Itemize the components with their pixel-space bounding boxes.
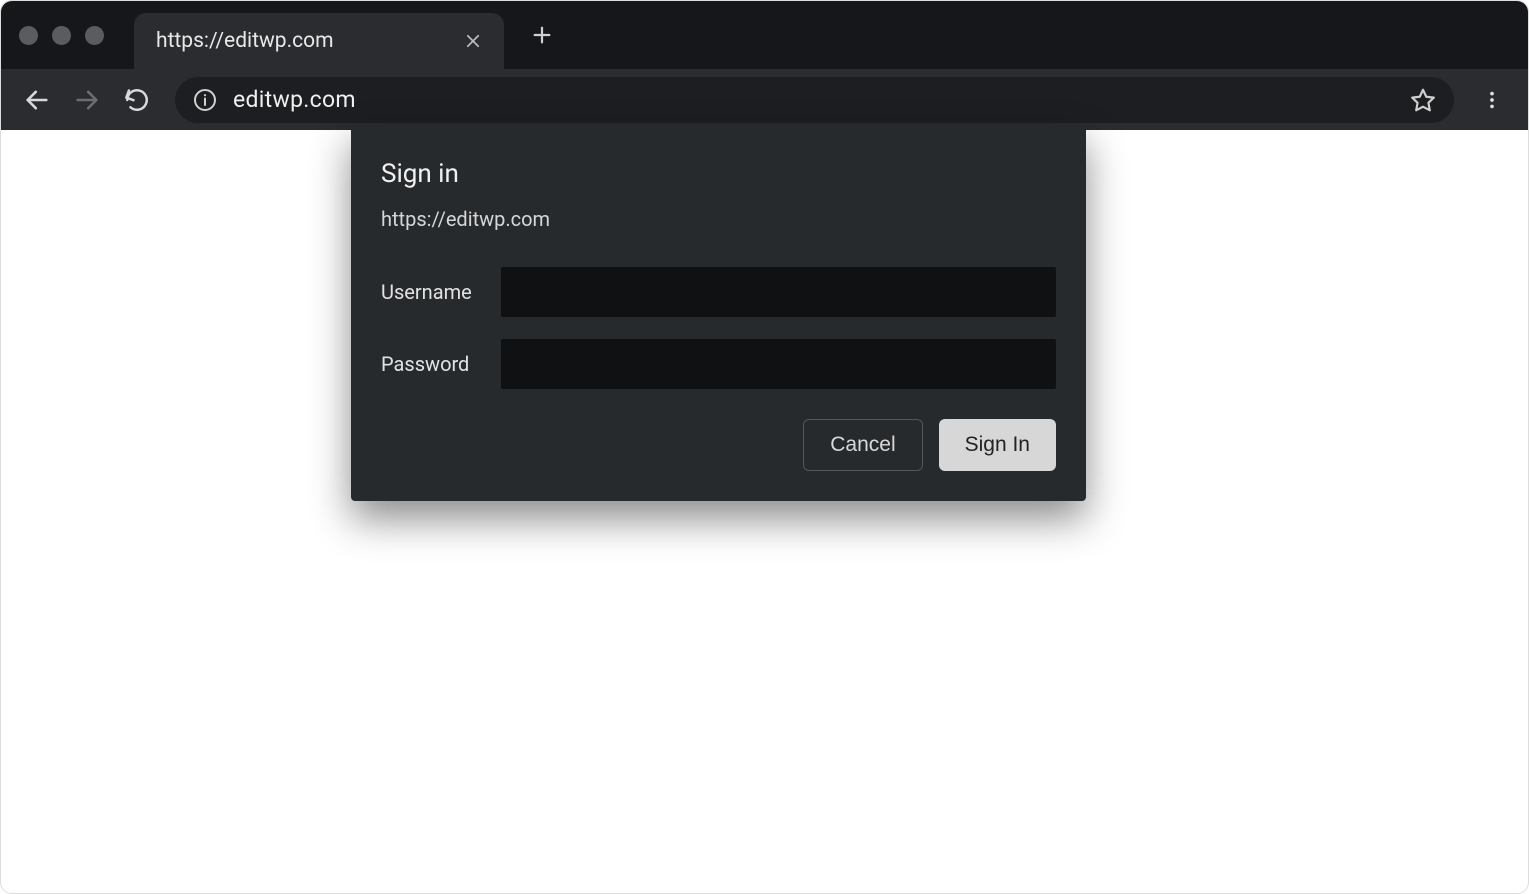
sign-in-button[interactable]: Sign In xyxy=(939,419,1056,471)
password-label: Password xyxy=(381,352,501,376)
info-icon xyxy=(193,88,217,112)
more-vertical-icon xyxy=(1481,89,1503,111)
browser-menu-button[interactable] xyxy=(1470,78,1514,122)
plus-icon xyxy=(531,24,553,46)
page-content: Sign in https://editwp.com Username Pass… xyxy=(1,130,1528,893)
browser-window: https://editwp.com xyxy=(0,0,1529,894)
new-tab-button[interactable] xyxy=(522,15,562,55)
back-button[interactable] xyxy=(15,78,59,122)
cancel-button[interactable]: Cancel xyxy=(803,419,922,471)
dialog-actions: Cancel Sign In xyxy=(381,419,1056,471)
dialog-title: Sign in xyxy=(381,159,1056,189)
password-input[interactable] xyxy=(501,339,1056,389)
arrow-left-icon xyxy=(23,86,51,114)
username-input[interactable] xyxy=(501,267,1056,317)
address-bar[interactable]: editwp.com xyxy=(175,77,1454,123)
password-row: Password xyxy=(381,339,1056,389)
dialog-origin: https://editwp.com xyxy=(381,207,1056,231)
tab-strip: https://editwp.com xyxy=(1,1,1528,69)
tab-title: https://editwp.com xyxy=(156,29,460,53)
arrow-right-icon xyxy=(73,86,101,114)
browser-tab-active[interactable]: https://editwp.com xyxy=(134,13,504,69)
window-controls xyxy=(19,26,104,45)
window-maximize-button[interactable] xyxy=(85,26,104,45)
username-row: Username xyxy=(381,267,1056,317)
forward-button[interactable] xyxy=(65,78,109,122)
url-text: editwp.com xyxy=(233,86,1408,113)
browser-toolbar: editwp.com xyxy=(1,69,1528,130)
star-icon xyxy=(1410,87,1436,113)
window-minimize-button[interactable] xyxy=(52,26,71,45)
bookmark-button[interactable] xyxy=(1408,85,1438,115)
site-info-button[interactable] xyxy=(191,86,219,114)
username-label: Username xyxy=(381,280,501,304)
reload-button[interactable] xyxy=(115,78,159,122)
close-icon xyxy=(464,32,482,50)
reload-icon xyxy=(124,87,150,113)
window-close-button[interactable] xyxy=(19,26,38,45)
tab-close-button[interactable] xyxy=(460,28,486,54)
http-auth-dialog: Sign in https://editwp.com Username Pass… xyxy=(351,125,1086,501)
